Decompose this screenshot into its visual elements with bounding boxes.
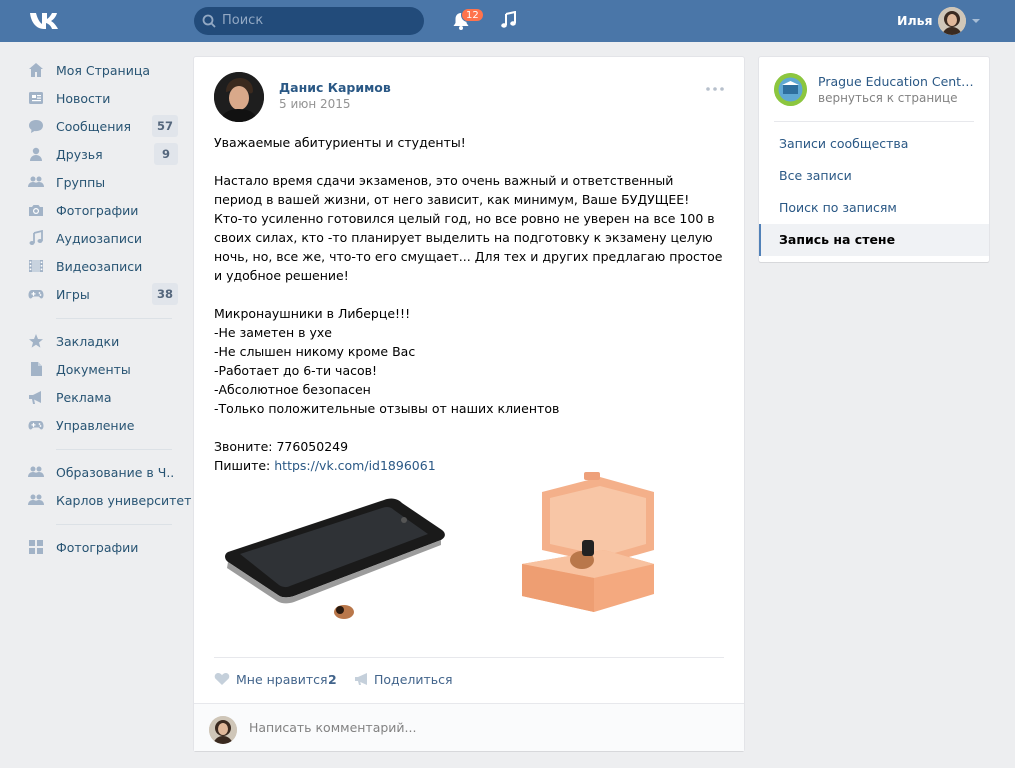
home-icon xyxy=(29,63,43,77)
megaphone-icon xyxy=(29,391,41,404)
sidebar-item-messages[interactable]: Сообщения 57 xyxy=(22,112,182,140)
megaphone-icon xyxy=(355,673,367,685)
comment-user-avatar xyxy=(209,716,237,744)
sidebar-item-documents[interactable]: Документы xyxy=(22,355,182,383)
sidebar-item-groups[interactable]: Группы xyxy=(22,168,182,196)
apps-icon xyxy=(29,540,43,554)
sidebar-item-photos-app[interactable]: Фотографии xyxy=(22,533,182,561)
search-input[interactable]: Поиск xyxy=(222,13,263,28)
sidebar-item-charles-university[interactable]: Карлов университет xyxy=(22,486,191,514)
post-divider xyxy=(214,657,724,658)
chevron-down-icon[interactable] xyxy=(972,18,980,24)
menu-divider xyxy=(56,524,172,525)
groups-icon xyxy=(28,494,44,505)
gamepad-icon xyxy=(28,421,44,430)
star-icon xyxy=(29,334,43,348)
notifications-badge: 12 xyxy=(461,8,484,22)
sidebar-item-video[interactable]: Видеозаписи xyxy=(22,252,182,280)
user-name[interactable]: Илья xyxy=(897,13,933,28)
top-header: Поиск 12 Илья xyxy=(0,0,1015,42)
sidebar-item-audio[interactable]: Аудиозаписи xyxy=(22,224,182,252)
document-icon xyxy=(31,362,42,376)
menu-divider xyxy=(56,449,172,450)
menu-divider xyxy=(56,318,172,319)
post-author-name[interactable]: Данис Каримов xyxy=(279,80,391,95)
heart-icon xyxy=(214,673,230,685)
post-link[interactable]: https://vk.com/id1896061 xyxy=(274,458,435,473)
sidebar-item-ads[interactable]: Реклама xyxy=(22,383,182,411)
search-box[interactable]: Поиск xyxy=(194,7,424,35)
all-posts-link[interactable]: Все записи xyxy=(759,160,989,192)
sidebar-item-bookmarks[interactable]: Закладки xyxy=(22,327,182,355)
friends-icon xyxy=(30,147,42,161)
sidebar-item-management[interactable]: Управление xyxy=(22,411,182,439)
sidebar-item-games[interactable]: Игры 38 xyxy=(22,280,182,308)
post-photo-earpiece-box[interactable] xyxy=(514,472,664,622)
community-posts-link[interactable]: Записи сообщества xyxy=(759,128,989,160)
post-author-avatar[interactable] xyxy=(214,72,264,122)
gamepad-icon xyxy=(28,290,44,299)
sidebar-item-friends[interactable]: Друзья 9 xyxy=(22,140,182,168)
groups-icon xyxy=(28,176,44,187)
search-posts-link[interactable]: Поиск по записям xyxy=(759,192,989,224)
music-icon xyxy=(29,230,43,245)
panel-divider xyxy=(774,121,974,122)
post-date[interactable]: 5 июн 2015 xyxy=(279,97,351,111)
games-count-badge: 38 xyxy=(151,283,178,305)
search-icon xyxy=(202,14,216,28)
back-to-page-link[interactable]: вернуться к странице xyxy=(818,91,958,105)
camera-icon xyxy=(29,205,43,216)
post-photo-phone[interactable] xyxy=(214,472,454,632)
user-avatar[interactable] xyxy=(938,7,966,35)
like-count: 2 xyxy=(328,672,337,687)
groups-icon xyxy=(28,466,44,477)
comment-area: Написать комментарий... xyxy=(194,703,744,751)
comment-input[interactable]: Написать комментарий... xyxy=(249,720,416,735)
right-panel: Prague Education Center - ... вернуться … xyxy=(759,57,989,262)
wall-post-link[interactable]: Запись на стене xyxy=(759,224,989,256)
group-logo[interactable] xyxy=(774,73,807,106)
more-options-icon[interactable] xyxy=(706,87,724,91)
messages-count-badge: 57 xyxy=(151,115,178,137)
vk-logo-icon[interactable] xyxy=(28,10,62,32)
group-name[interactable]: Prague Education Center - ... xyxy=(818,74,978,89)
sidebar-item-photos[interactable]: Фотографии xyxy=(22,196,182,224)
music-icon[interactable] xyxy=(500,11,518,29)
news-icon xyxy=(29,92,43,104)
video-icon xyxy=(29,260,43,272)
sidebar-item-news[interactable]: Новости xyxy=(22,84,182,112)
sidebar-item-education-group[interactable]: Образование в Ч.. xyxy=(22,458,182,486)
sidebar-item-my-page[interactable]: Моя Страница xyxy=(22,56,182,84)
post-text: Уважаемые абитуриенты и студенты! Настал… xyxy=(214,135,723,473)
messages-icon xyxy=(29,120,43,133)
wall-post: Данис Каримов 5 июн 2015 Уважаемые абиту… xyxy=(194,57,744,751)
friends-count-badge: 9 xyxy=(154,143,178,165)
